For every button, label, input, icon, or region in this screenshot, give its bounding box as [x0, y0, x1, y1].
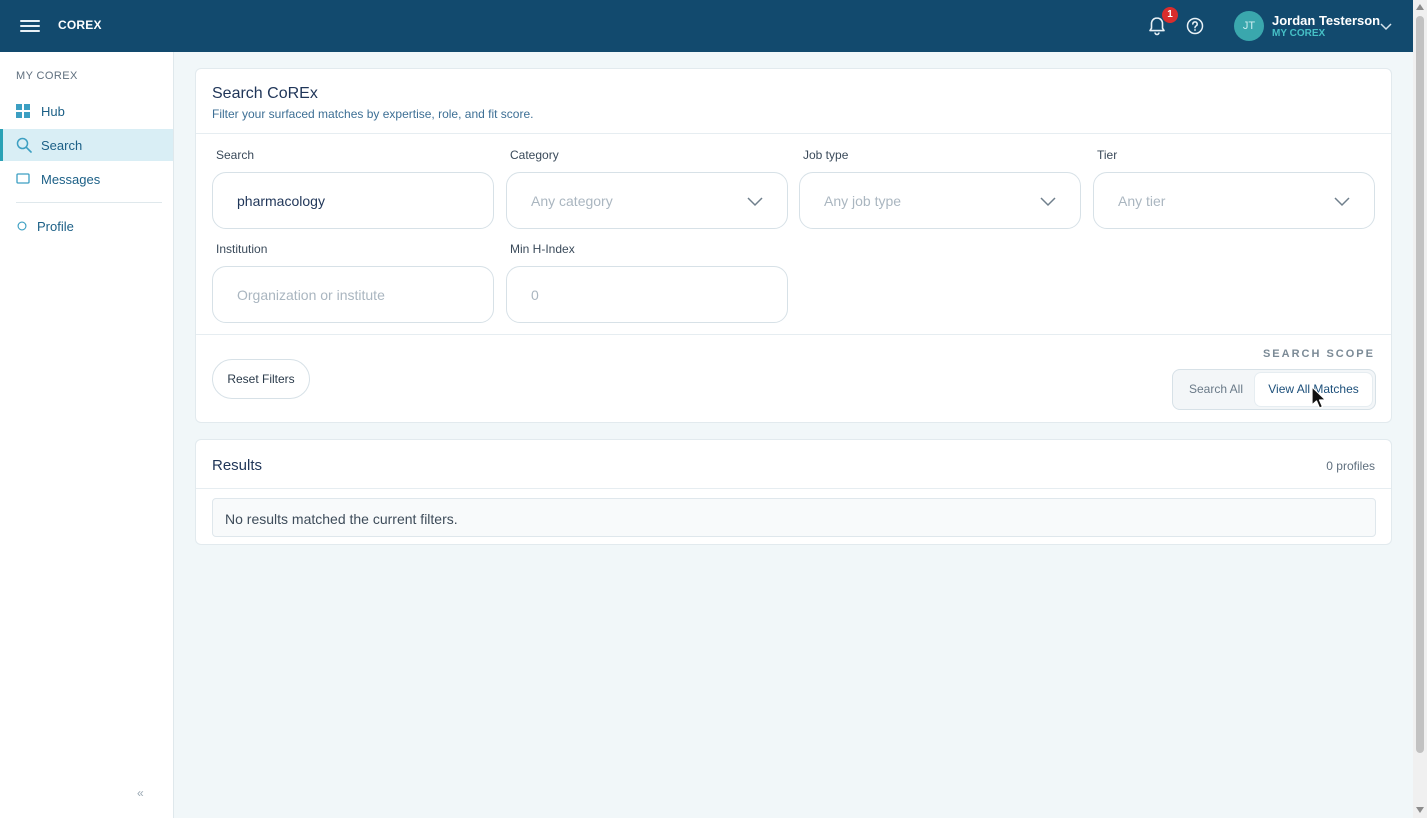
chevron-down-icon [1040, 197, 1056, 207]
page-title: Search CoREx [212, 85, 318, 102]
page-subtitle: Filter your surfaced matches by expertis… [212, 107, 534, 121]
search-scope-toggle: Search All View All Matches [1172, 369, 1376, 410]
job-type-label: Job type [803, 148, 849, 162]
search-input[interactable]: pharmacology [212, 172, 494, 229]
job-type-placeholder: Any job type [824, 193, 902, 209]
divider [196, 334, 1391, 335]
notification-badge: 1 [1162, 7, 1178, 23]
brand-logo[interactable]: COREX [58, 18, 102, 32]
circle-icon [17, 221, 27, 231]
institution-input[interactable]: Organization or institute [212, 266, 494, 323]
top-bar: COREX 1 JT Jordan Testerson MY COREX [0, 0, 1413, 52]
sidebar-item-label: Hub [41, 103, 65, 119]
category-placeholder: Any category [531, 193, 613, 209]
job-type-select[interactable]: Any job type [799, 172, 1081, 229]
user-subtitle: MY COREX [1272, 28, 1326, 39]
mouse-cursor-icon [1311, 386, 1327, 409]
sidebar-item-hub[interactable]: Hub [0, 95, 173, 127]
search-label: Search [216, 148, 255, 162]
scroll-down-arrow[interactable] [1416, 807, 1424, 813]
results-title: Results [212, 457, 263, 474]
category-select[interactable]: Any category [506, 172, 788, 229]
chevron-down-icon [1380, 23, 1392, 31]
search-filters-card: Search CoREx Filter your surfaced matche… [195, 68, 1392, 423]
message-icon [16, 173, 30, 184]
empty-results-message: No results matched the current filters. [225, 511, 458, 527]
sidebar-item-messages[interactable]: Messages [0, 163, 173, 195]
user-name: Jordan Testerson [1272, 13, 1381, 28]
tier-label: Tier [1097, 148, 1118, 162]
institution-placeholder: Organization or institute [237, 287, 385, 303]
tier-placeholder: Any tier [1118, 193, 1166, 209]
min-h-index-placeholder: 0 [531, 287, 539, 303]
tier-select[interactable]: Any tier [1093, 172, 1375, 229]
results-count: 0 profiles [1326, 459, 1375, 473]
sidebar-item-label: Messages [41, 171, 101, 187]
page-scrollbar[interactable] [1413, 0, 1427, 818]
divider [196, 133, 1391, 134]
reset-filters-button[interactable]: Reset Filters [212, 359, 310, 399]
results-card: Results 0 profiles No results matched th… [195, 439, 1392, 545]
search-icon [16, 137, 32, 153]
sidebar-section-label: MY COREX [16, 70, 78, 82]
divider [196, 488, 1391, 489]
grid-icon [16, 104, 30, 118]
avatar: JT [1234, 11, 1264, 41]
empty-results: No results matched the current filters. [212, 498, 1376, 537]
sidebar-item-label: Profile [37, 218, 74, 234]
chevron-down-icon [1334, 197, 1350, 207]
min-h-index-input[interactable]: 0 [506, 266, 788, 323]
user-menu[interactable]: JT Jordan Testerson MY COREX [1234, 10, 1399, 42]
institution-label: Institution [216, 242, 268, 256]
menu-icon[interactable] [20, 17, 40, 35]
sidebar-item-search[interactable]: Search [0, 129, 173, 161]
search-scope-label: SEARCH SCOPE [1262, 348, 1375, 360]
help-icon[interactable] [1185, 16, 1205, 36]
sidebar-item-label: Search [41, 137, 83, 153]
category-label: Category [510, 148, 559, 162]
chevron-down-icon [747, 197, 763, 207]
min-h-index-label: Min H-Index [510, 242, 575, 256]
sidebar: MY COREX Hub Search Messages Profile « [0, 52, 174, 818]
sidebar-item-profile[interactable]: Profile [0, 210, 173, 242]
search-all-button[interactable]: Search All [1177, 373, 1255, 406]
search-input-value: pharmacology [237, 193, 325, 209]
scroll-up-arrow[interactable] [1416, 4, 1424, 10]
sidebar-divider [16, 202, 162, 203]
collapse-sidebar-button[interactable]: « [137, 786, 144, 800]
scrollbar-thumb[interactable] [1416, 16, 1424, 753]
